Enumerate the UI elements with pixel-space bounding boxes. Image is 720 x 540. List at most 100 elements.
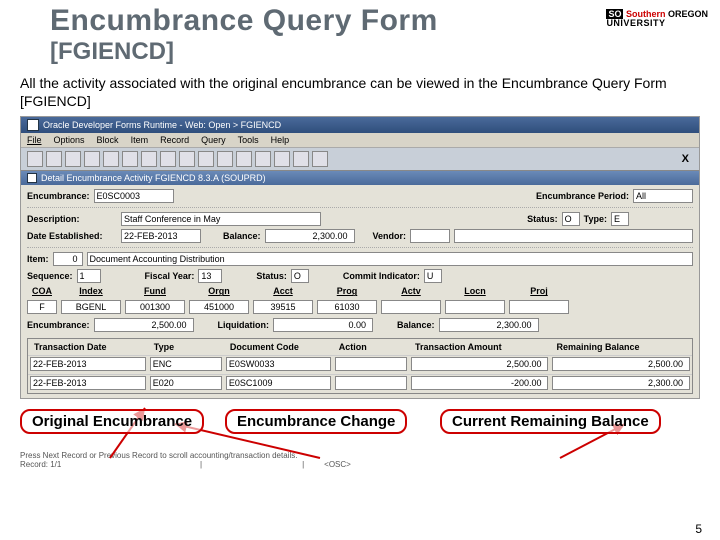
col-actv: Actv (381, 286, 441, 296)
cell-type[interactable]: ENC (150, 357, 222, 371)
balance-field[interactable]: 2,300.00 (265, 229, 355, 243)
save-icon[interactable] (27, 151, 43, 167)
university-logo: SO Southern OREGON UNIVERSITY (606, 10, 708, 28)
menu-bar[interactable]: File Options Block Item Record Query Too… (21, 133, 699, 148)
menu-tools[interactable]: Tools (238, 135, 259, 145)
col-prog: Prog (317, 286, 377, 296)
cell-doc[interactable]: E0SW0033 (226, 357, 331, 371)
transactions-table: Transaction Date Type Document Code Acti… (27, 338, 693, 394)
menu-record[interactable]: Record (160, 135, 189, 145)
enter-query-icon[interactable] (122, 151, 138, 167)
item-desc-field[interactable]: Document Accounting Distribution (87, 252, 693, 266)
col-orgn: Orgn (189, 286, 249, 296)
cancel-query-icon[interactable] (160, 151, 176, 167)
date-est-field[interactable]: 22-FEB-2013 (121, 229, 201, 243)
col-acct: Acct (253, 286, 313, 296)
th-doc: Document Code (224, 339, 333, 355)
close-button[interactable]: X (678, 153, 693, 165)
prog-field[interactable]: 61030 (317, 300, 377, 314)
menu-help[interactable]: Help (271, 135, 290, 145)
menu-item[interactable]: Item (131, 135, 149, 145)
status-bar: Press Next Record or Previous Record to … (20, 451, 700, 469)
th-action: Action (333, 339, 409, 355)
acct-field[interactable]: 39515 (253, 300, 313, 314)
form-section-title: Detail Encumbrance Activity FGIENCD 8.3.… (21, 171, 699, 185)
actv-field[interactable] (381, 300, 441, 314)
sequence-label: Sequence: (27, 271, 73, 281)
view-icon[interactable] (255, 151, 271, 167)
liq-field[interactable]: 0.00 (273, 318, 373, 332)
bal-summary-field[interactable]: 2,300.00 (439, 318, 539, 332)
balance-label: Balance: (223, 231, 261, 241)
type-field[interactable]: E (611, 212, 629, 226)
cell-date[interactable]: 22-FEB-2013 (30, 357, 146, 371)
table-row[interactable]: 22-FEB-2013 E020 E0SC1009 -200.00 2,300.… (28, 374, 692, 393)
locn-field[interactable] (445, 300, 505, 314)
sequence-field[interactable]: 1 (77, 269, 101, 283)
cell-type[interactable]: E020 (150, 376, 222, 390)
cell-amount[interactable]: 2,500.00 (411, 357, 549, 371)
cell-amount[interactable]: -200.00 (411, 376, 549, 390)
encperiod-label: Encumbrance Period: (536, 191, 629, 201)
vendor-label: Vendor: (373, 231, 407, 241)
cell-doc[interactable]: E0SC1009 (226, 376, 331, 390)
item-label: Item: (27, 254, 49, 264)
section-icon (27, 173, 37, 183)
next-record-icon[interactable] (198, 151, 214, 167)
table-row[interactable]: 22-FEB-2013 ENC E0SW0033 2,500.00 2,500.… (28, 355, 692, 374)
th-type: Type (148, 339, 224, 355)
orgn-field[interactable]: 451000 (189, 300, 249, 314)
print-icon[interactable] (274, 151, 290, 167)
menu-file[interactable]: File (27, 135, 42, 145)
fund-field[interactable]: 001300 (125, 300, 185, 314)
vendor-name-field[interactable] (454, 229, 693, 243)
menu-query[interactable]: Query (201, 135, 226, 145)
status-label: Status: (527, 214, 558, 224)
prev-record-icon[interactable] (179, 151, 195, 167)
insert-icon[interactable] (84, 151, 100, 167)
rollback-icon[interactable] (46, 151, 62, 167)
detail-status-label: Status: (256, 271, 287, 281)
coa-field[interactable]: F (27, 300, 57, 314)
enc-summary-field[interactable]: 2,500.00 (94, 318, 194, 332)
cell-action[interactable] (335, 357, 407, 371)
cell-action[interactable] (335, 376, 407, 390)
help-icon[interactable] (312, 151, 328, 167)
encperiod-field[interactable]: All (633, 189, 693, 203)
commit-field[interactable]: U (424, 269, 442, 283)
execute-query-icon[interactable] (141, 151, 157, 167)
cell-balance[interactable]: 2,500.00 (552, 357, 690, 371)
status-field[interactable]: O (562, 212, 580, 226)
detail-status-field[interactable]: O (291, 269, 309, 283)
fiscal-year-field[interactable]: 13 (198, 269, 222, 283)
description-field[interactable]: Staff Conference in May (121, 212, 321, 226)
next-block-icon[interactable] (236, 151, 252, 167)
menu-block[interactable]: Block (97, 135, 119, 145)
encumbrance-field[interactable]: E0SC0003 (94, 189, 174, 203)
col-proj: Proj (509, 286, 569, 296)
th-date: Transaction Date (28, 339, 148, 355)
annotation-change: Encumbrance Change (225, 409, 407, 434)
description-text: All the activity associated with the ori… (0, 66, 720, 116)
xquery-icon[interactable] (293, 151, 309, 167)
vendor-field[interactable] (410, 229, 450, 243)
menu-options[interactable]: Options (54, 135, 85, 145)
proj-field[interactable] (509, 300, 569, 314)
delete-icon[interactable] (103, 151, 119, 167)
cell-date[interactable]: 22-FEB-2013 (30, 376, 146, 390)
page-subtitle: [FGIENCD] (50, 38, 720, 66)
annotation-balance: Current Remaining Balance (440, 409, 661, 434)
th-amount: Transaction Amount (409, 339, 551, 355)
date-est-label: Date Established: (27, 231, 117, 241)
col-fund: Fund (125, 286, 185, 296)
toolbar: X (21, 148, 699, 171)
prev-block-icon[interactable] (217, 151, 233, 167)
annotation-original: Original Encumbrance (20, 409, 204, 434)
index-field[interactable]: BGENL (61, 300, 121, 314)
select-icon[interactable] (65, 151, 81, 167)
cell-balance[interactable]: 2,300.00 (552, 376, 690, 390)
oracle-forms-window: Oracle Developer Forms Runtime - Web: Op… (20, 116, 700, 399)
fiscal-year-label: Fiscal Year: (145, 271, 195, 281)
item-field[interactable]: 0 (53, 252, 83, 266)
description-label: Description: (27, 214, 117, 224)
